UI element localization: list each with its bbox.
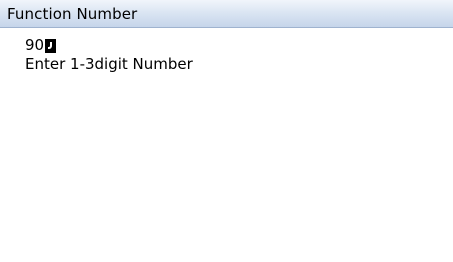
input-hint: Enter 1-3digit Number <box>25 55 193 73</box>
text-cursor-icon <box>45 38 57 53</box>
function-number-value: 90 <box>25 36 45 54</box>
function-number-screen: Function Number 90 Enter 1-3digit Number <box>0 0 453 262</box>
screen-title: Function Number <box>7 5 138 23</box>
function-entry-area[interactable]: 90 Enter 1-3digit Number <box>25 36 193 74</box>
title-bar: Function Number <box>0 0 453 28</box>
function-number-input[interactable]: 90 <box>25 36 193 55</box>
